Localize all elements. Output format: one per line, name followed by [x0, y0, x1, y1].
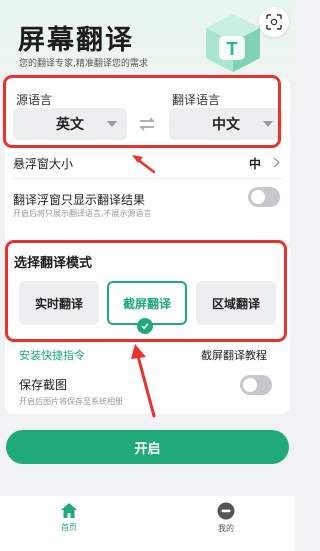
logo-cube-icon: T	[206, 14, 260, 72]
tab-home-label: 首页	[61, 523, 77, 532]
save-screenshot-sub: 开启后图片将保存至系统相册	[19, 397, 123, 406]
logo-letter: T	[227, 39, 238, 59]
float-size-value[interactable]: 中	[249, 155, 261, 172]
only-result-label: 翻译浮窗只显示翻译结果	[13, 193, 146, 207]
only-result-sub: 开启后将只展示翻译语言,不展示源语言	[13, 209, 152, 218]
annotation-arrow	[132, 155, 156, 174]
start-button[interactable]: 开启	[6, 430, 289, 464]
check-icon	[137, 318, 153, 334]
scan-icon	[266, 14, 282, 30]
chevron-right-icon[interactable]	[273, 157, 280, 168]
annotation-box-languages	[3, 75, 281, 148]
mode-title: 选择翻译模式	[14, 256, 93, 271]
annotation-arrow	[131, 344, 156, 418]
save-screenshot-toggle[interactable]	[240, 375, 272, 395]
app-title: 屏幕翻译	[18, 25, 134, 56]
bottom-tabbar: 首页 我的	[0, 496, 295, 551]
tab-mine-label: 我的	[218, 524, 234, 533]
tutorial-link[interactable]: 截屏翻译教程	[201, 347, 267, 363]
save-screenshot-label: 保存截图	[19, 378, 68, 392]
toggle-knob	[243, 378, 257, 392]
install-shortcut-link[interactable]: 安装快捷指令	[19, 347, 85, 363]
home-icon	[61, 503, 77, 518]
scan-button[interactable]	[259, 7, 289, 37]
profile-icon	[217, 502, 235, 520]
toggle-knob	[251, 190, 265, 204]
app-subtitle: 您的翻译专家,精准翻译您的需求	[19, 59, 148, 69]
float-size-label: 悬浮窗大小	[13, 157, 74, 171]
mode-realtime-button[interactable]: 实时翻译	[19, 281, 99, 325]
only-result-toggle[interactable]	[248, 187, 280, 207]
tab-mine[interactable]: 我的	[196, 502, 256, 542]
mode-region-button[interactable]: 区域翻译	[196, 281, 276, 325]
tab-home[interactable]: 首页	[39, 502, 99, 542]
divider	[12, 178, 282, 179]
